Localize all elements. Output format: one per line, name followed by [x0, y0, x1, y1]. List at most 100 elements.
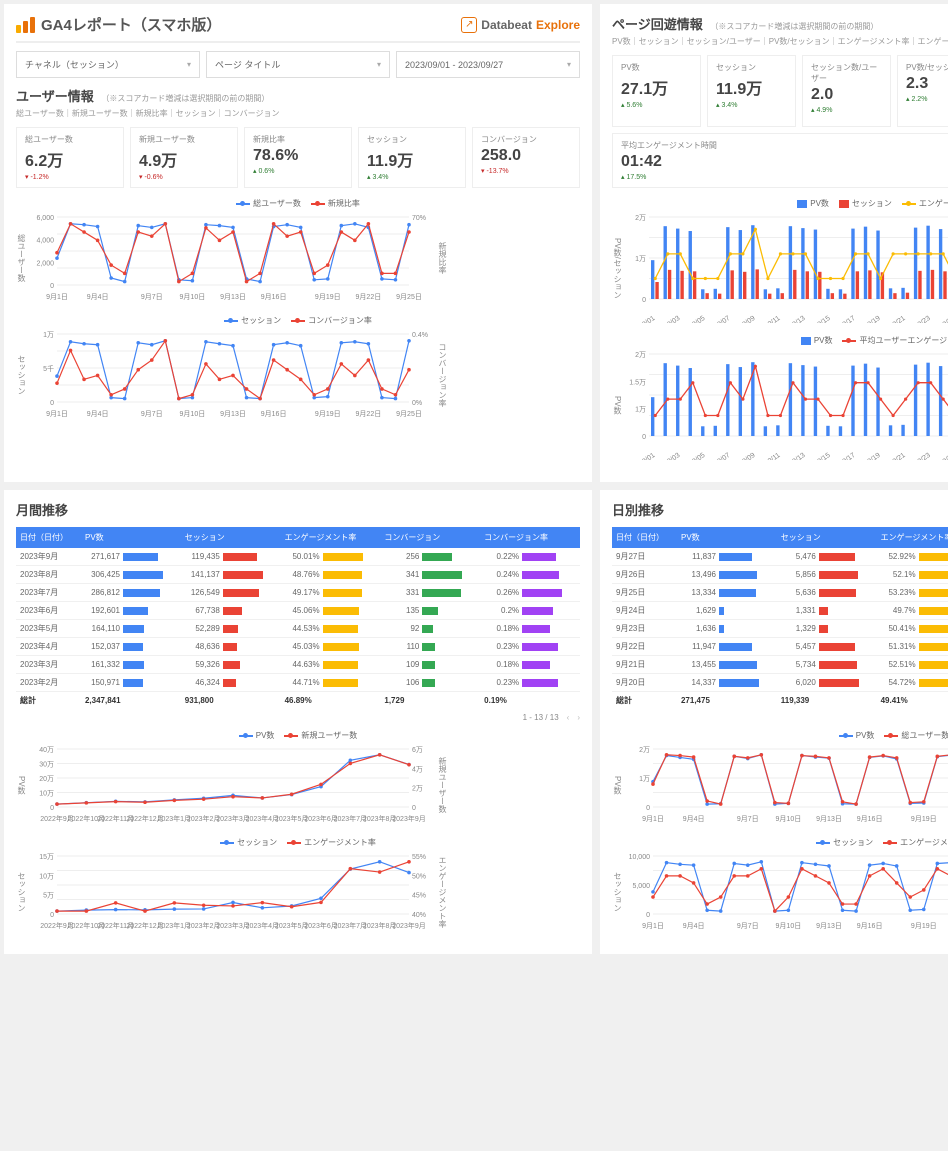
section-title-user: ユーザー情報 （※スコアカード増減は選択期間の前の期間） — [16, 86, 580, 105]
svg-text:30万: 30万 — [39, 761, 54, 769]
table-daily: 日付（日付）PV数セッションエンゲージメント率コンバージョンコンバージョン率9月… — [612, 527, 948, 709]
svg-text:6,000: 6,000 — [36, 215, 54, 222]
title-text: GA4レポート（スマホ版） — [41, 14, 221, 35]
y2-axis-label: 新規比率 — [437, 242, 448, 274]
chart-daily-pv-users: PV数 総ユーザー数 PV数 9月1日9月4日9月7日9月10日9月13日9月1… — [612, 730, 948, 825]
table-row: 2023年2月150,97146,32444.71%1060.23% — [16, 674, 580, 692]
svg-text:0.4%: 0.4% — [412, 332, 428, 339]
svg-text:40万: 40万 — [39, 746, 54, 754]
select-date-range[interactable]: 2023/09/01 - 2023/09/27 — [396, 51, 580, 78]
select-channel[interactable]: チャネル（セッション） — [16, 51, 200, 78]
pager-prev-icon[interactable]: ‹ — [567, 713, 570, 722]
svg-text:1万: 1万 — [635, 406, 646, 414]
table-row: 9月23日1,6361,32950.41%20.15% — [612, 620, 948, 638]
svg-text:9月22日: 9月22日 — [356, 410, 382, 418]
table-row: 9月20日14,3376,02054.72%90.15% — [612, 674, 948, 692]
svg-text:4,000: 4,000 — [36, 238, 54, 245]
chart-users-newrate: 総ユーザー数 新規比率 総ユーザー数 9月1日9月4日9月7日9月10日9月13… — [16, 198, 580, 303]
svg-text:10,000: 10,000 — [629, 854, 651, 861]
svg-text:4万: 4万 — [412, 765, 423, 773]
svg-text:9月7日: 9月7日 — [737, 815, 759, 823]
svg-text:9月13日: 9月13日 — [220, 410, 246, 418]
svg-text:9月10日: 9月10日 — [180, 293, 206, 301]
svg-text:9月4日: 9月4日 — [87, 293, 109, 301]
svg-text:50%: 50% — [412, 873, 426, 880]
svg-text:9月16日: 9月16日 — [857, 922, 883, 930]
svg-text:9月16日: 9月16日 — [857, 815, 883, 823]
svg-text:10万: 10万 — [39, 790, 54, 798]
section-byline: PV数｜セッション｜セッション/ユーザー｜PV数/セッション｜エンゲージメント率… — [612, 36, 948, 47]
svg-text:9月4日: 9月4日 — [87, 410, 109, 418]
svg-text:2,000: 2,000 — [36, 260, 54, 267]
chart-daily-session-engage: セッション エンゲージメント率 セッション 9月1日9月4日9月7日9月10日9… — [612, 837, 948, 932]
panel-page-info: ページ回遊情報 （※スコアカード増減は選択期間の前の期間） PV数｜セッション｜… — [600, 4, 948, 482]
select-page-title[interactable]: ページ タイトル — [206, 51, 390, 78]
svg-text:0: 0 — [642, 297, 646, 304]
svg-text:5千: 5千 — [43, 364, 54, 373]
table-row: 2023年7月286,812126,54949.17%3310.26% — [16, 584, 580, 602]
panel-user-info: GA4レポート（スマホ版） ↗ Databeat Explore チャネル（セッ… — [4, 4, 592, 482]
svg-text:9月7日: 9月7日 — [737, 922, 759, 930]
svg-text:1万: 1万 — [639, 775, 650, 783]
table-row: 2023年9月271,617119,43550.01%2560.22% — [16, 548, 580, 566]
svg-text:5,000: 5,000 — [632, 883, 650, 890]
kpi-card: 総ユーザー数6.2万-1.2% — [16, 127, 124, 188]
svg-text:45%: 45% — [412, 893, 426, 900]
svg-text:0: 0 — [646, 805, 650, 812]
svg-text:0: 0 — [50, 912, 54, 919]
chart-monthly-session-engage: セッション エンゲージメント率 セッション 2022年9月2022年10月202… — [16, 837, 580, 932]
svg-text:9月16日: 9月16日 — [261, 410, 287, 418]
svg-text:0%: 0% — [412, 400, 422, 407]
pager-daily: 1 - 27 / 27 ‹ › — [612, 713, 948, 722]
svg-text:0: 0 — [50, 400, 54, 407]
kpi-card: 新規比率78.6%0.6% — [244, 127, 352, 188]
kpi-card: PV数/セッション2.32.2% — [897, 55, 948, 127]
databeat-icon: ↗ — [461, 17, 477, 33]
svg-text:9月16日: 9月16日 — [261, 293, 287, 301]
table-row: 2023年8月306,425141,13748.76%3410.24% — [16, 566, 580, 584]
chart-monthly-pv-new: PV数 新規ユーザー数 PV数 2022年9月2022年10月2022年11月2… — [16, 730, 580, 825]
section-title-page: ページ回遊情報 （※スコアカード増減は選択期間の前の期間） — [612, 14, 948, 33]
svg-text:9月7日: 9月7日 — [141, 293, 163, 301]
svg-text:10万: 10万 — [39, 872, 54, 880]
svg-text:0: 0 — [50, 805, 54, 812]
svg-text:2023/09/01: 2023/09/01 — [624, 315, 657, 323]
kpi-card: セッション数/ユーザー2.04.9% — [802, 55, 891, 127]
table-row: 9月22日11,9475,45751.31%120.22% — [612, 638, 948, 656]
panel-daily: 日別推移 日付（日付）PV数セッションエンゲージメント率コンバージョンコンバージ… — [600, 490, 948, 954]
chart-pv-session-engage: PV数 セッション エンゲージメント率 PV数/セッション 2023/09/01… — [612, 198, 948, 323]
pager-monthly: 1 - 13 / 13 ‹ › — [16, 713, 580, 722]
table-row: 9月25日13,3345,63653.23%50.09% — [612, 584, 948, 602]
svg-text:9月19日: 9月19日 — [315, 410, 341, 418]
y-axis-label: 総ユーザー数 — [16, 234, 27, 282]
svg-text:9月25日: 9月25日 — [396, 293, 422, 301]
monthly-title: 月間推移 — [16, 500, 580, 519]
svg-text:9月22日: 9月22日 — [356, 293, 382, 301]
svg-text:1.5万: 1.5万 — [629, 378, 646, 386]
svg-text:9月19日: 9月19日 — [911, 922, 937, 930]
svg-text:9月7日: 9月7日 — [141, 410, 163, 418]
kpi-card: セッション11.9万3.4% — [707, 55, 796, 127]
panel-monthly: 月間推移 日付（日付）PV数セッションエンゲージメント率コンバージョンコンバージ… — [4, 490, 592, 954]
table-row: 9月26日13,4965,85652.1%110.19% — [612, 566, 948, 584]
table-row: 9月27日11,8375,47652.92%160.29% — [612, 548, 948, 566]
svg-text:6万: 6万 — [412, 746, 423, 754]
kpi-card: 新規ユーザー数4.9万-0.6% — [130, 127, 238, 188]
svg-text:2万: 2万 — [635, 214, 646, 222]
svg-text:9月1日: 9月1日 — [642, 815, 664, 823]
svg-text:1万: 1万 — [43, 331, 54, 339]
svg-text:9月1日: 9月1日 — [46, 410, 68, 418]
svg-text:5万: 5万 — [43, 892, 54, 900]
svg-text:2023年9月: 2023年9月 — [392, 921, 425, 930]
svg-text:9月19日: 9月19日 — [911, 815, 937, 823]
pager-next-icon[interactable]: › — [577, 713, 580, 722]
svg-text:9月10日: 9月10日 — [776, 815, 802, 823]
svg-text:9月19日: 9月19日 — [315, 293, 341, 301]
svg-text:2万: 2万 — [635, 351, 646, 359]
svg-text:2023/09/01: 2023/09/01 — [624, 452, 657, 460]
section-byline: 総ユーザー数｜新規ユーザー数｜新規比率｜セッション｜コンバージョン — [16, 108, 580, 119]
svg-text:9月10日: 9月10日 — [776, 922, 802, 930]
table-row: 2023年6月192,60167,73845.06%1350.2% — [16, 602, 580, 620]
svg-text:20万: 20万 — [39, 775, 54, 783]
table-row: 総計2,347,841931,80046.89%1,7290.19% — [16, 692, 580, 710]
